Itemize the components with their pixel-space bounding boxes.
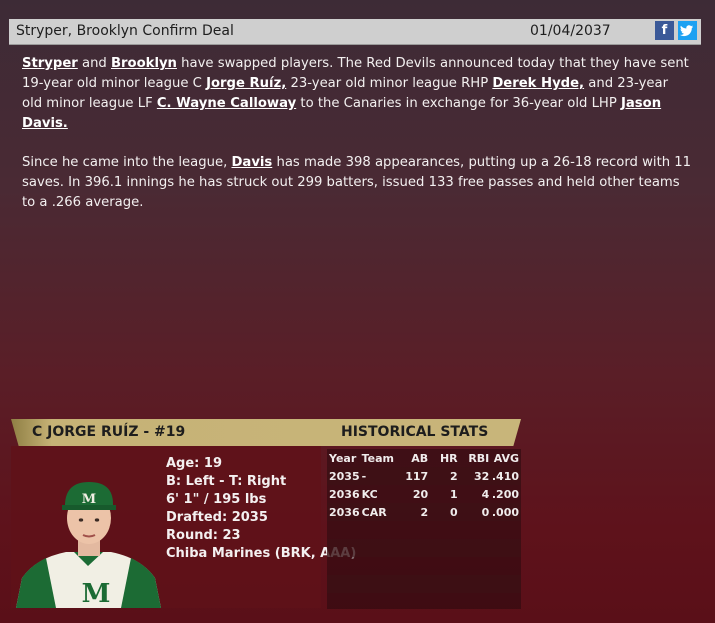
cell: KC [361,487,378,501]
col-avg: AVG [493,451,519,465]
cell: .200 [491,487,519,501]
col-rbi: RBI [468,451,490,465]
player-card-header: C JORGE RUÍZ - #19 HISTORICAL STATS [11,419,521,446]
article-title: Stryper, Brooklyn Confirm Deal [16,23,234,39]
player-portrait: M M [16,482,161,608]
article-header: Stryper, Brooklyn Confirm Deal 01/04/203… [9,19,701,45]
twitter-share-icon[interactable] [678,21,697,40]
cell: 2 [400,503,429,521]
col-ab: AB [411,451,429,465]
table-row: 2036 CAR 2 0 0 .000 [327,503,521,521]
cell: - [359,467,401,485]
table-row-empty [327,575,521,593]
cell: 2035 [327,467,360,485]
text: Since he came into the league, [22,155,232,170]
table-row-empty [327,593,521,611]
cell: 2036 [329,487,360,501]
link-derek-hyde[interactable]: Derek Hyde, [492,76,584,91]
cap-m-logo: M [82,492,96,507]
cell: .410 [489,467,521,485]
text: to the Canaries in exchange for 36-year … [296,96,621,111]
cell: 20 [412,487,429,501]
historical-stats-table: Year Team AB HR RBI AVG 2035 - 117 2 32 … [327,449,521,609]
twitter-bird-icon [680,25,693,37]
cell: 2 [428,467,458,485]
cell: 2036 [327,503,360,521]
player-name[interactable]: C JORGE RUÍZ - #19 [32,424,185,440]
stats-header-row: Year Team AB HR RBI AVG [327,449,521,467]
link-c-wayne-calloway[interactable]: C. Wayne Calloway [157,96,296,111]
cell: .000 [489,503,521,521]
col-team: Team [361,451,395,465]
cell: 1 [450,487,458,501]
col-hr: HR [439,451,458,465]
article-paragraph-2: Since he came into the league, Davis has… [22,153,692,213]
link-davis[interactable]: Davis [231,155,272,170]
text: and [77,56,111,71]
cell: 117 [400,467,429,485]
link-brooklyn[interactable]: Brooklyn [111,56,177,71]
cell: 32 [457,467,490,485]
cell: 4 [481,487,490,501]
cell: 0 [428,503,458,521]
cell: CAR [359,503,401,521]
cell: 0 [457,503,490,521]
table-row-empty [327,521,521,539]
article-paragraph-1: Stryper and Brooklyn have swapped player… [22,54,692,134]
table-row: 2035 - 117 2 32 .410 [327,467,521,485]
link-stryper[interactable]: Stryper [22,56,78,71]
historical-stats-title: HISTORICAL STATS [341,424,489,440]
table-row: 2036 KC 20 1 4 .200 [327,485,521,503]
text: 23-year old minor league RHP [286,76,493,91]
table-row-empty [327,539,521,557]
link-jorge-ruiz[interactable]: Jorge Ruíz, [206,76,286,91]
jersey-m-logo: M [82,579,111,608]
facebook-share-icon[interactable]: f [655,21,674,40]
col-year: Year [329,451,357,465]
article-date: 01/04/2037 [530,23,611,39]
table-row-empty [327,557,521,575]
